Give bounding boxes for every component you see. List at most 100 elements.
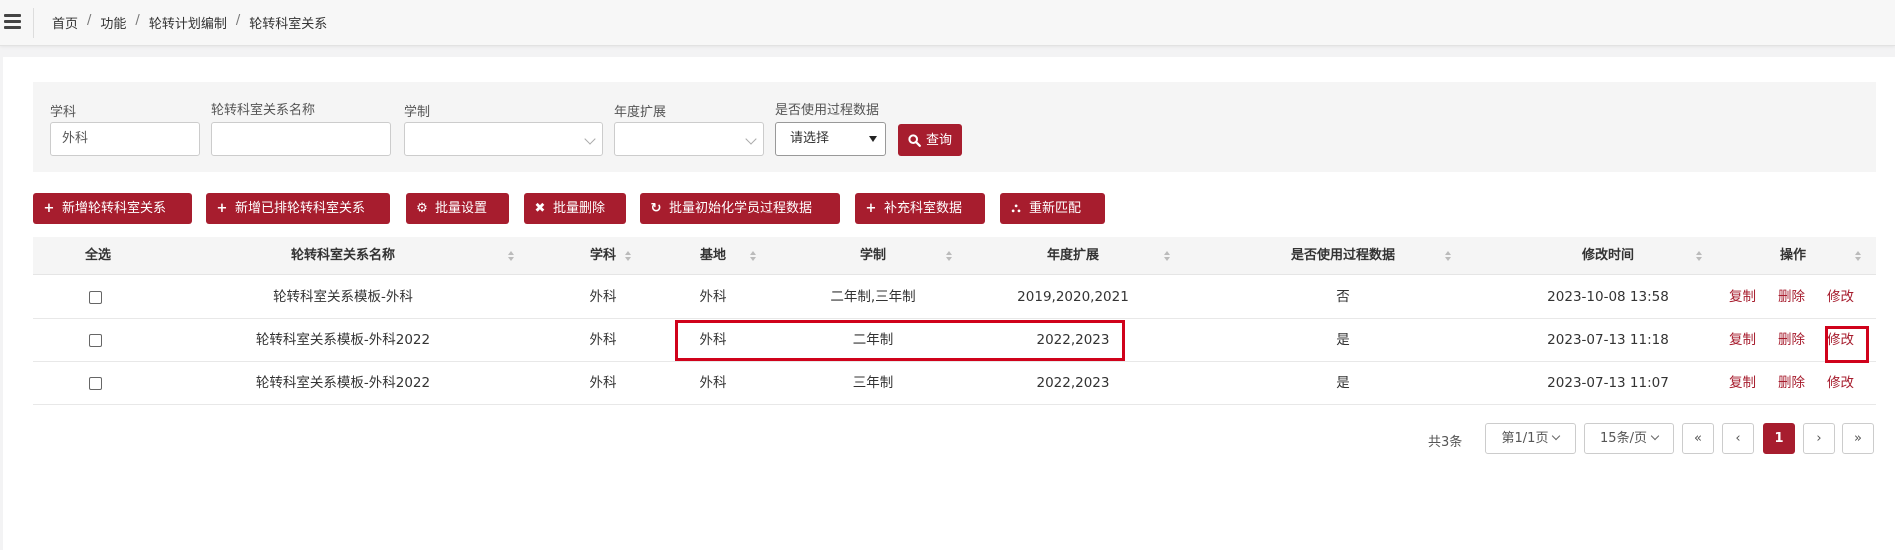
refresh-icon: ↻ — [650, 201, 662, 216]
delete-link[interactable]: 删除 — [1778, 362, 1805, 405]
batch-delete-button[interactable]: ✖ 批量删除 — [524, 193, 626, 224]
cell-year: 2022,2023 — [1036, 375, 1110, 391]
cell-system: 三年制 — [852, 375, 894, 391]
caret-down-icon — [869, 136, 877, 142]
sort-icon[interactable] — [1445, 251, 1452, 262]
copy-link[interactable]: 复制 — [1729, 362, 1756, 405]
rematch-button[interactable]: ⛬ 重新匹配 — [1000, 193, 1105, 224]
menu-toggle-icon[interactable] — [4, 14, 21, 29]
sort-icon[interactable] — [750, 251, 757, 262]
next-page-button[interactable]: › — [1803, 423, 1835, 454]
page-select[interactable]: 第1/1页 — [1485, 423, 1576, 454]
sort-icon[interactable] — [1855, 251, 1862, 262]
breadcrumb-separator: / — [235, 13, 241, 28]
batch-init-process-data-label: 批量初始化学员过程数据 — [669, 201, 813, 216]
sort-icon[interactable] — [1696, 251, 1703, 262]
table-header: 全选 轮转科室关系名称 学科 基地 学制 年度扩展 是否使用过程数据 修改时间 … — [33, 237, 1876, 275]
cell-modified-time: 2023-07-13 11:07 — [1547, 375, 1669, 391]
header-subject[interactable]: 学科 — [553, 237, 653, 275]
batch-settings-button[interactable]: ⚙ 批量设置 — [406, 193, 509, 224]
add-relation-label: 新增轮转科室关系 — [62, 201, 167, 216]
row-checkbox[interactable] — [89, 334, 102, 347]
row-checkbox[interactable] — [89, 291, 102, 304]
subject-input[interactable]: 外科 — [50, 122, 200, 156]
relation-name-label: 轮转科室关系名称 — [211, 103, 316, 118]
page-size-select-value: 15条/页 — [1600, 431, 1647, 446]
breadcrumb-plan[interactable]: 轮转计划编制 — [149, 13, 227, 32]
batch-settings-label: 批量设置 — [435, 201, 488, 216]
header-base[interactable]: 基地 — [673, 237, 753, 275]
copy-link[interactable]: 复制 — [1729, 276, 1756, 319]
supplement-dept-data-button[interactable]: + 补充科室数据 — [855, 193, 985, 224]
sort-icon[interactable] — [1164, 251, 1171, 262]
header-year[interactable]: 年度扩展 — [973, 237, 1173, 275]
relation-name-input[interactable] — [211, 122, 391, 156]
sort-icon[interactable] — [946, 251, 953, 262]
sort-icon[interactable] — [508, 251, 515, 262]
gear-icon: ⚙ — [416, 201, 428, 216]
cell-modified-time: 2023-07-13 11:18 — [1547, 332, 1669, 348]
page-1-button[interactable]: 1 — [1763, 423, 1795, 454]
header-select-all[interactable]: 全选 — [53, 237, 143, 275]
plus-icon: + — [865, 201, 877, 216]
search-button[interactable]: 查询 — [898, 124, 963, 156]
process-data-label: 是否使用过程数据 — [775, 103, 880, 118]
system-select[interactable] — [404, 122, 603, 156]
cell-process-data: 是 — [1336, 375, 1350, 391]
cell-subject: 外科 — [589, 332, 617, 348]
total-count: 共3条 — [1428, 435, 1463, 450]
top-bar: 首页 / 功能 / 轮转计划编制 / 轮转科室关系 — [0, 0, 1895, 46]
supplement-dept-data-label: 补充科室数据 — [884, 201, 963, 216]
process-data-select[interactable]: 请选择 — [775, 122, 886, 156]
year-label: 年度扩展 — [614, 105, 667, 120]
cell-process-data: 否 — [1336, 289, 1350, 305]
header-system[interactable]: 学制 — [773, 237, 973, 275]
row-checkbox[interactable] — [89, 377, 102, 390]
header-relation-name[interactable]: 轮转科室关系名称 — [143, 237, 543, 275]
page-size-select[interactable]: 15条/页 — [1584, 423, 1674, 454]
breadcrumb-separator: / — [135, 13, 140, 28]
subject-label: 学科 — [50, 105, 77, 120]
table-row: 轮转科室关系模板-外科 外科 外科 二年制,三年制 2019,2020,2021… — [33, 276, 1876, 319]
delete-link[interactable]: 删除 — [1778, 276, 1805, 319]
table-row: 轮转科室关系模板-外科2022 外科 外科 三年制 2022,2023 是 20… — [33, 362, 1876, 405]
breadcrumb-function[interactable]: 功能 — [100, 13, 126, 32]
edit-link[interactable]: 修改 — [1827, 276, 1854, 319]
last-page-button[interactable]: » — [1842, 423, 1874, 454]
cell-subject: 外科 — [589, 289, 617, 305]
cell-relation-name: 轮转科室关系模板-外科 — [273, 289, 413, 305]
header-actions: 操作 — [1779, 248, 1806, 263]
batch-init-process-data-button[interactable]: ↻ 批量初始化学员过程数据 — [640, 193, 840, 224]
plus-icon: + — [43, 201, 55, 216]
chevron-down-icon — [1650, 431, 1660, 441]
highlight-box-edit-link — [1825, 326, 1869, 363]
cell-system: 二年制,三年制 — [830, 289, 916, 305]
cell-base: 外科 — [699, 375, 727, 391]
add-scheduled-relation-label: 新增已排轮转科室关系 — [235, 201, 366, 216]
cell-year: 2019,2020,2021 — [1017, 289, 1129, 305]
edit-link[interactable]: 修改 — [1827, 362, 1854, 405]
highlight-box-row2-fields — [675, 320, 1125, 361]
sort-icon[interactable] — [625, 251, 632, 262]
year-select[interactable] — [614, 122, 764, 156]
cell-process-data: 是 — [1336, 332, 1350, 348]
cell-relation-name: 轮转科室关系模板-外科2022 — [255, 375, 431, 391]
prev-page-button[interactable]: ‹ — [1722, 423, 1754, 454]
first-page-button[interactable]: « — [1682, 423, 1714, 454]
breadcrumb-current: 轮转科室关系 — [249, 17, 328, 32]
chevron-down-icon — [584, 133, 596, 145]
add-scheduled-relation-button[interactable]: + 新增已排轮转科室关系 — [206, 193, 390, 224]
sitemap-icon: ⛬ — [1011, 201, 1021, 216]
copy-link[interactable]: 复制 — [1729, 319, 1756, 362]
delete-link[interactable]: 删除 — [1778, 319, 1805, 362]
cell-base: 外科 — [699, 289, 727, 305]
cell-modified-time: 2023-10-08 13:58 — [1547, 289, 1669, 305]
page-select-value: 第1/1页 — [1501, 431, 1549, 446]
breadcrumb-home[interactable]: 首页 — [52, 13, 78, 32]
breadcrumb: 首页 / 功能 / 轮转计划编制 / 轮转科室关系 — [52, 13, 327, 32]
plus-icon: + — [216, 201, 228, 216]
search-icon — [908, 133, 921, 147]
batch-delete-label: 批量删除 — [553, 201, 606, 216]
close-icon: ✖ — [534, 201, 546, 216]
add-relation-button[interactable]: + 新增轮转科室关系 — [33, 193, 192, 224]
